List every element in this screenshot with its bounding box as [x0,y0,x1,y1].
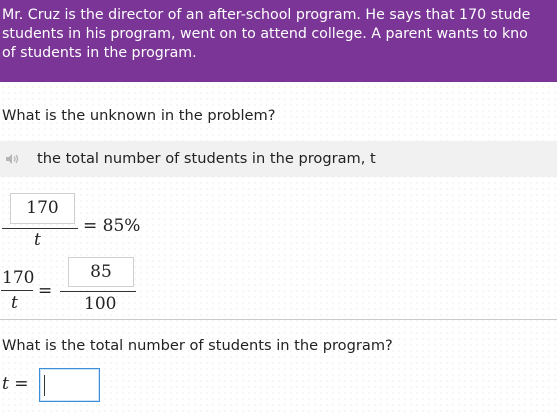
problem-line-1: Mr. Cruz is the director of an after-sch… [2,7,531,23]
answer-input[interactable] [39,368,100,402]
equation2-left-denominator: t [11,293,18,313]
equation1-fraction-bar [2,228,78,229]
answer-input-label: t = [2,374,29,394]
problem-banner: Mr. Cruz is the director of an after-sch… [0,0,557,82]
equation2-left-numerator: 170 [2,268,35,288]
problem-line-2: students in his program, went on to atte… [2,26,528,42]
equation1-rhs: = 85% [83,216,141,236]
answer-unknown-row: the total number of students in the prog… [0,141,557,177]
answer-unknown-text: the total number of students in the prog… [37,150,376,167]
text-caret [44,375,45,396]
question-total: What is the total number of students in … [2,337,393,354]
equation2-right-bar [60,291,136,292]
equation2-left-bar [1,290,33,291]
speaker-icon[interactable] [4,151,20,167]
equation1-numerator-box: 170 [10,193,75,224]
question-unknown: What is the unknown in the problem? [2,107,276,124]
section-divider [0,319,557,320]
equation2-right-denominator: 100 [84,294,117,314]
equation2-right-numerator-box: 85 [68,257,134,287]
problem-line-3: of students in the program. [2,45,197,61]
equation1-denominator: t [34,230,41,250]
equation2-equals: = [38,281,53,301]
